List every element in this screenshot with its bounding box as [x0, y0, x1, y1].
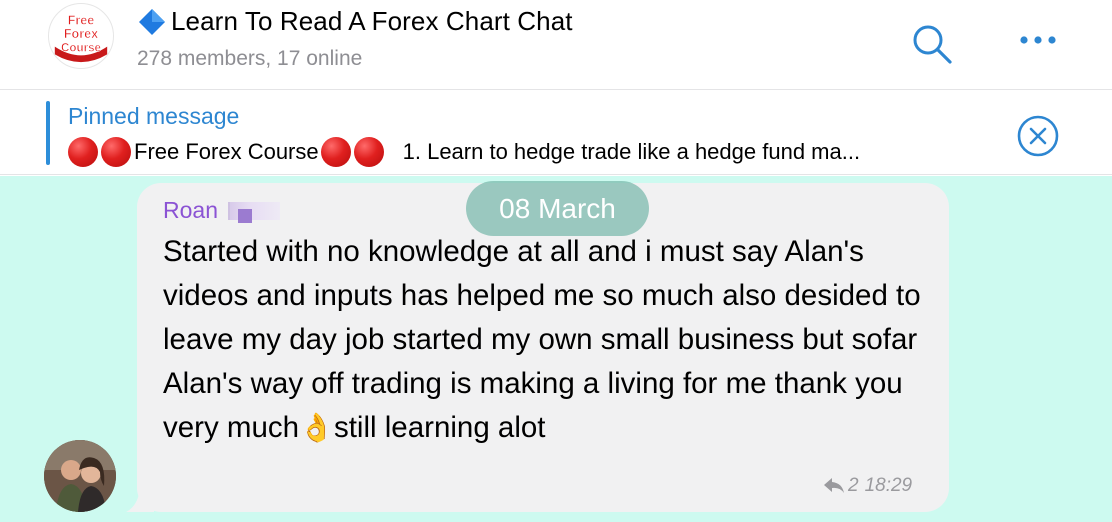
red-circle-icon [68, 137, 98, 167]
logo-word-3: Course [61, 42, 102, 55]
sender-name: Roan [163, 197, 218, 223]
message-time: 18:29 [864, 475, 913, 496]
chat-title[interactable]: Learn To Read A Forex Chart Chat [137, 6, 573, 37]
message-text-part-2: still learning alot [333, 411, 546, 444]
pinned-preview-course: Free Forex Course [134, 139, 319, 164]
blue-diamond-icon [139, 8, 165, 35]
message-sender[interactable]: Roan [163, 197, 280, 224]
pinned-preview-text: 1. Learn to hedge trade like a hedge fun… [402, 139, 861, 164]
forward-count: 2 [848, 475, 859, 496]
chat-title-text: Learn To Read A Forex Chart Chat [171, 6, 573, 36]
logo-word-2: Forex [64, 27, 98, 41]
more-button[interactable] [1016, 26, 1060, 54]
red-circle-icon [320, 137, 351, 167]
message-meta: 2 18:29 [822, 475, 912, 497]
sender-tag-blurred [227, 201, 280, 223]
pinned-preview: Free Forex Course 1. Learn to hedge trad… [68, 137, 1018, 167]
date-separator: 08 March [466, 181, 649, 236]
pinned-accent-bar [46, 101, 50, 165]
logo-word-1: Free [68, 13, 95, 27]
chat-logo[interactable]: Free Forex Course [48, 3, 114, 69]
message-text: Started with no knowledge at all and i m… [163, 230, 933, 450]
close-circle-icon [1017, 115, 1059, 157]
search-button[interactable] [910, 22, 954, 66]
free-forex-course-logo: Free Forex Course [54, 13, 108, 63]
more-icon [1020, 36, 1056, 44]
sender-avatar[interactable] [44, 440, 116, 512]
red-circle-icon [353, 137, 384, 167]
chat-header: Free Forex Course Learn To Read A Forex … [0, 0, 1112, 90]
forward-arrow-icon [824, 478, 844, 493]
chat-member-count: 278 members, 17 online [137, 47, 363, 70]
red-circle-icon [101, 137, 131, 167]
ok-hand-emoji: 👌 [299, 412, 334, 443]
avatar-photo [44, 440, 116, 512]
search-icon [913, 25, 952, 64]
pinned-message[interactable]: Pinned message Free Forex Course 1. Lear… [0, 91, 1112, 175]
close-pinned-button[interactable] [1016, 114, 1060, 158]
pinned-title: Pinned message [68, 103, 240, 129]
